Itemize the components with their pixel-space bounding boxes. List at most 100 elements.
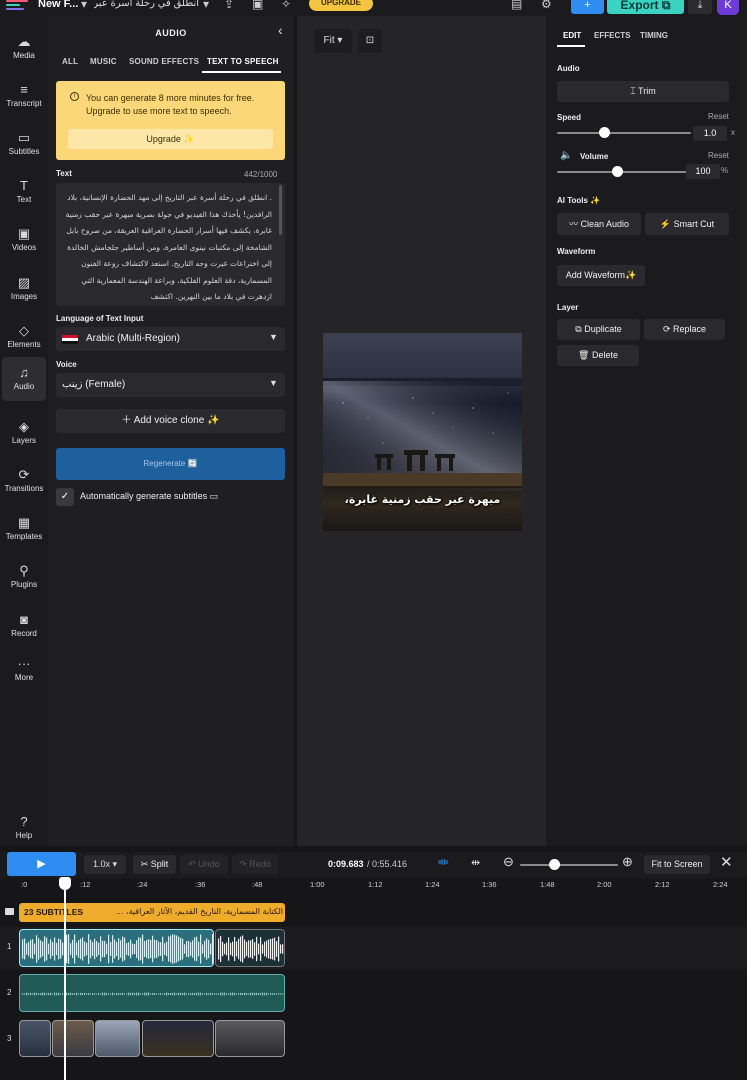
tab-edit[interactable]: EDIT	[563, 31, 581, 40]
chevron-down-icon[interactable]: ▾	[203, 0, 209, 11]
nav-item-plugins[interactable]: ⚲ Plugins	[2, 555, 46, 599]
playback-speed-select[interactable]: 1.0x ▾	[84, 855, 126, 874]
project-title[interactable]: انطلق في رحلة أسرة عبر...	[94, 0, 199, 9]
collapse-panel-icon[interactable]: ‹	[278, 22, 283, 38]
nav-item-layers[interactable]: ◈ Layers	[2, 411, 46, 455]
download-button[interactable]: ⤓	[688, 0, 712, 14]
lightbulb-icon[interactable]: ✧	[281, 0, 291, 11]
chevron-down-icon[interactable]: ▾	[81, 0, 87, 11]
gear-icon[interactable]: ⚙	[541, 0, 552, 11]
avatar[interactable]: K	[717, 0, 739, 15]
zoom-in-icon[interactable]: ⊕	[622, 854, 633, 870]
timeline-zoom-slider[interactable]	[520, 864, 618, 866]
nav-item-images[interactable]: ▨ Images	[2, 267, 46, 311]
audio-clip[interactable]	[19, 929, 214, 967]
fit-to-screen-button[interactable]: Fit to Screen	[644, 855, 710, 874]
volume-slider-knob[interactable]	[612, 166, 624, 177]
subtitle-caption[interactable]: مبهرة عبر حقب زمنية غابرة،	[323, 493, 522, 506]
trim-button[interactable]: ⌶ Trim	[557, 81, 729, 102]
play-button[interactable]: ▶	[7, 852, 76, 876]
tab-all[interactable]: ALL	[62, 57, 78, 66]
volume-input[interactable]: 100	[686, 164, 720, 179]
undo-button[interactable]: ↶ Undo	[180, 855, 228, 874]
nav-item-templates[interactable]: ▦ Templates	[2, 507, 46, 551]
audio-clip[interactable]	[19, 974, 285, 1012]
audio-clip[interactable]	[215, 929, 285, 967]
nav-item-media[interactable]: ☁ Media	[2, 26, 46, 70]
project-name[interactable]: New F...	[38, 0, 78, 10]
tab-timing[interactable]: TIMING	[640, 31, 668, 40]
volume-reset[interactable]: Reset	[708, 151, 729, 160]
speed-reset[interactable]: Reset	[708, 112, 729, 121]
ruler-tick: 1:36	[482, 880, 497, 889]
delete-button[interactable]: 🗑 Delete	[557, 345, 639, 366]
video-clip[interactable]	[142, 1020, 214, 1057]
video-preview[interactable]: مبهرة عبر حقب زمنية غابرة،	[323, 333, 522, 531]
tab-effects[interactable]: EFFECTS	[594, 31, 630, 40]
nav-item-transitions[interactable]: ⟳ Transitions	[2, 459, 46, 503]
fit-width-icon[interactable]: ⇹	[471, 856, 480, 869]
subtitles-icon: ▭	[17, 130, 31, 145]
tts-text-input[interactable]: . انطلق في رحلة أسرة عبر التاريخ إلى مهد…	[56, 183, 285, 306]
regenerate-button[interactable]: Regenerate 🔄	[56, 448, 285, 480]
nav-item-more[interactable]: ··· More	[2, 648, 46, 692]
export-button[interactable]: Export ⧉	[607, 0, 684, 14]
comment-icon[interactable]: ▤	[511, 0, 522, 11]
replace-button[interactable]: ⟳ Replace	[644, 319, 725, 340]
app-logo[interactable]	[6, 0, 30, 10]
upload-icon[interactable]: ⇪	[224, 0, 234, 11]
tab-text-to-speech[interactable]: TEXT TO SPEECH	[207, 57, 279, 66]
upgrade-button[interactable]: UPGRADE	[309, 0, 373, 11]
video-clip[interactable]	[19, 1020, 51, 1057]
add-waveform-button[interactable]: Add Waveform✨	[557, 265, 645, 286]
close-icon[interactable]: ✕	[720, 853, 733, 871]
tab-indicator	[202, 71, 281, 73]
nav-label: Audio	[13, 382, 35, 391]
tts-text[interactable]: . انطلق في رحلة أسرة عبر التاريخ إلى مهد…	[62, 190, 272, 306]
nav-item-help[interactable]: ? Help	[2, 806, 46, 850]
speed-slider[interactable]	[557, 132, 691, 134]
playhead[interactable]	[64, 878, 66, 1080]
auto-subtitles-checkbox[interactable]: ✓	[56, 488, 74, 506]
smart-cut-button[interactable]: ⚡ Smart Cut	[645, 213, 729, 235]
redo-button[interactable]: ↷ Redo	[232, 855, 278, 874]
nav-item-elements[interactable]: ◇ Elements	[2, 315, 46, 359]
snap-icon[interactable]: ⟚	[438, 856, 448, 869]
clean-audio-button[interactable]: 〰 Clean Audio	[557, 213, 641, 235]
nav-label: Text	[16, 195, 32, 204]
add-user-button[interactable]: +	[571, 0, 604, 14]
tab-sound-effects[interactable]: SOUND EFFECTS	[129, 57, 199, 66]
nav-item-record[interactable]: ◙ Record	[2, 604, 46, 648]
upgrade-button[interactable]: Upgrade ✨	[68, 129, 273, 149]
video-clip[interactable]	[52, 1020, 94, 1057]
scrollbar[interactable]	[279, 185, 282, 235]
add-voice-clone-button[interactable]: ＋ Add voice clone ✨	[56, 409, 285, 433]
nav-item-videos[interactable]: ▣ Videos	[2, 218, 46, 262]
duplicate-button[interactable]: ⧉ Duplicate	[557, 319, 640, 340]
video-clip[interactable]	[95, 1020, 140, 1057]
voice-select[interactable]: زينب (Female) ▼	[56, 373, 285, 397]
smart-cut-label: Smart Cut	[673, 219, 715, 229]
nav-item-subtitles[interactable]: ▭ Subtitles	[2, 122, 46, 166]
tab-music[interactable]: MUSIC	[90, 57, 117, 66]
image-icon: ▨	[17, 275, 31, 290]
nav-label: Videos	[11, 243, 37, 252]
playhead-handle[interactable]	[59, 877, 71, 890]
fit-label: Fit	[323, 35, 335, 46]
zoom-out-icon[interactable]: ⊖	[503, 854, 514, 870]
language-select[interactable]: Arabic (Multi-Region) ▼	[56, 327, 285, 351]
volume-slider[interactable]	[557, 171, 691, 173]
nav-label: Transitions	[4, 484, 44, 493]
nav-item-transcript[interactable]: ≡ Transcript	[2, 74, 46, 118]
image-icon[interactable]: ▣	[252, 0, 263, 11]
speed-slider-knob[interactable]	[598, 127, 610, 138]
subtitles-track[interactable]: 23 SUBTITLES الكتابة المسمارية، التاريخ …	[19, 903, 285, 922]
zoom-fit-select[interactable]: Fit ▾	[314, 29, 352, 53]
split-button[interactable]: ✂ Split	[133, 855, 176, 874]
speed-input[interactable]: 1.0	[693, 126, 727, 141]
video-clip[interactable]	[215, 1020, 285, 1057]
nav-item-text[interactable]: T Text	[2, 170, 46, 214]
lock-aspect-button[interactable]: ⊡	[358, 29, 382, 53]
nav-label: Plugins	[10, 580, 38, 589]
nav-item-audio[interactable]: ♫ Audio	[2, 357, 46, 401]
